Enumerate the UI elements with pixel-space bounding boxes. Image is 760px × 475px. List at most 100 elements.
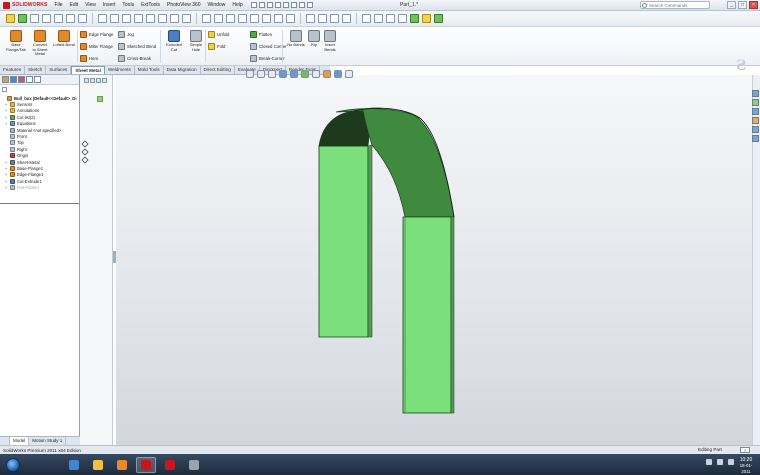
zoom-to-fit-icon[interactable] xyxy=(246,70,254,78)
zoom-fit-icon[interactable] xyxy=(386,14,395,23)
view-settings-icon[interactable] xyxy=(345,70,353,78)
appearances-icon[interactable] xyxy=(752,126,759,133)
save-icon[interactable] xyxy=(266,2,273,8)
edge-flange-button[interactable]: Edge Flange xyxy=(80,31,113,38)
menu-item-window[interactable]: Window xyxy=(208,2,226,8)
taskbar-app-button[interactable] xyxy=(184,457,204,473)
rectangle-icon[interactable] xyxy=(42,14,51,23)
lofted-bend-button[interactable]: Lofted-Bend xyxy=(52,30,76,48)
pane-tool-2-icon[interactable] xyxy=(90,78,95,83)
coordinate-system-icon[interactable] xyxy=(330,14,339,23)
view-orientation-icon[interactable] xyxy=(290,70,298,78)
pattern-icon[interactable] xyxy=(134,14,143,23)
previous-view-icon[interactable] xyxy=(268,70,276,78)
text-icon[interactable] xyxy=(226,14,235,23)
menu-item-exttools[interactable]: ExtTools xyxy=(141,2,160,8)
view-palette-icon[interactable] xyxy=(752,117,759,124)
ellipse-icon[interactable] xyxy=(286,14,295,23)
zoom-to-area-icon[interactable] xyxy=(257,70,265,78)
sketched-bend-button[interactable]: Sketched Bend xyxy=(118,43,156,50)
miter-flange-button[interactable]: Miter Flange xyxy=(80,43,113,50)
unfold-button[interactable]: Unfold xyxy=(208,31,229,38)
menu-item-insert[interactable]: Insert xyxy=(103,2,116,8)
rollback-bar[interactable] xyxy=(0,203,79,204)
hem-button[interactable]: Hem xyxy=(80,55,98,62)
menu-item-view[interactable]: View xyxy=(85,2,96,8)
design-library-icon[interactable] xyxy=(752,99,759,106)
plane-icon[interactable] xyxy=(306,14,315,23)
line-icon[interactable] xyxy=(30,14,39,23)
bottom-tab-1[interactable]: Model xyxy=(10,437,30,445)
solidworks-logo[interactable]: SOLIDWORKS xyxy=(0,0,50,11)
expander-icon[interactable]: + xyxy=(4,121,8,126)
insert-bends-button[interactable]: Insert Bends xyxy=(318,30,342,52)
select-icon[interactable] xyxy=(290,2,297,8)
point-icon[interactable] xyxy=(202,14,211,23)
file-explorer-icon[interactable] xyxy=(752,108,759,115)
tree-item[interactable]: + Flat-Pattern xyxy=(1,184,79,191)
chamfer-icon[interactable] xyxy=(250,14,259,23)
fillet-icon[interactable] xyxy=(238,14,247,23)
menu-item-photoview-360[interactable]: PhotoView 360 xyxy=(167,2,201,8)
graphics-viewport[interactable] xyxy=(116,75,752,445)
dimxpert-tab-icon[interactable] xyxy=(26,76,33,83)
pane-tool-3-icon[interactable] xyxy=(96,78,101,83)
tab-sketch[interactable]: Sketch xyxy=(25,66,47,74)
menu-item-tools[interactable]: Tools xyxy=(122,2,134,8)
taskbar-app-button[interactable] xyxy=(112,457,132,473)
smart-dimension-icon[interactable] xyxy=(18,14,27,23)
centerline-icon[interactable] xyxy=(214,14,223,23)
search-commands-input[interactable]: Search Commands xyxy=(640,1,710,9)
expander-icon[interactable]: + xyxy=(4,102,8,107)
tab-weldments[interactable]: Weldments xyxy=(105,66,135,74)
taskbar-app-button[interactable] xyxy=(136,456,156,473)
help-button[interactable]: ? xyxy=(740,447,750,453)
expander-icon[interactable]: + xyxy=(4,160,8,165)
custom-properties-icon[interactable] xyxy=(752,135,759,142)
maximize-button[interactable]: □ xyxy=(738,1,747,9)
right-flange-face[interactable] xyxy=(402,216,452,414)
rebuild-icon[interactable] xyxy=(298,2,305,8)
menu-item-edit[interactable]: Edit xyxy=(70,2,79,8)
filter-icon[interactable] xyxy=(2,87,7,92)
bottom-tab-2[interactable]: Motion Study 1 xyxy=(29,437,67,445)
circle-icon[interactable] xyxy=(54,14,63,23)
menu-item-help[interactable]: Help xyxy=(232,2,242,8)
volume-icon[interactable] xyxy=(728,459,734,465)
close-button[interactable]: × xyxy=(749,1,758,9)
convert-sheet-metal-button[interactable]: Convert to Sheet Metal xyxy=(28,30,52,57)
expander-icon[interactable]: + xyxy=(4,108,8,113)
repair-icon[interactable] xyxy=(170,14,179,23)
zoom-area-icon[interactable] xyxy=(398,14,407,23)
break-corner-button[interactable]: Break-Corner xyxy=(250,55,285,62)
display-manager-tab-icon[interactable] xyxy=(34,76,41,83)
trim-icon[interactable] xyxy=(98,14,107,23)
menu-item-file[interactable]: File xyxy=(54,2,62,8)
minimize-button[interactable]: _ xyxy=(727,1,736,9)
move-icon[interactable] xyxy=(146,14,155,23)
network-icon[interactable] xyxy=(717,459,723,465)
expander-icon[interactable]: + xyxy=(4,179,8,184)
spline-icon[interactable] xyxy=(78,14,87,23)
hide-show-items-icon[interactable] xyxy=(312,70,320,78)
property-manager-tab-icon[interactable] xyxy=(10,76,17,83)
shaded-icon[interactable] xyxy=(410,14,419,23)
tray-up-icon[interactable] xyxy=(706,459,712,465)
display-icon[interactable] xyxy=(362,14,371,23)
axis-icon[interactable] xyxy=(318,14,327,23)
jog-button[interactable]: Jog xyxy=(118,31,134,38)
taskbar-app-button[interactable] xyxy=(160,457,180,473)
pane-tool-4-icon[interactable] xyxy=(102,78,107,83)
resources-icon[interactable] xyxy=(752,90,759,97)
display-style-icon[interactable] xyxy=(301,70,309,78)
polygon-icon[interactable] xyxy=(262,14,271,23)
render-icon[interactable] xyxy=(434,14,443,23)
edit-appearance-icon[interactable] xyxy=(323,70,331,78)
base-flange-button[interactable]: Base Flange/Tab xyxy=(4,30,28,52)
clock[interactable]: 10:20 18-01-2011 xyxy=(736,457,756,475)
open-icon[interactable] xyxy=(258,2,265,8)
expander-icon[interactable]: + xyxy=(4,166,8,171)
tab-mold-tools[interactable]: Mold Tools xyxy=(135,66,164,74)
mirror-icon[interactable] xyxy=(122,14,131,23)
left-flange-face[interactable] xyxy=(318,145,369,338)
